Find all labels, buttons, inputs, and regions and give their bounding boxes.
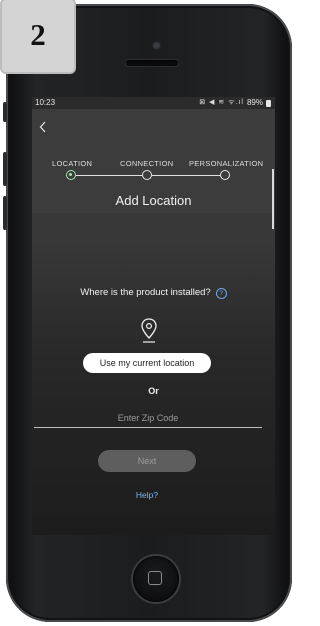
earpiece-speaker — [126, 60, 178, 66]
step-badge: 2 — [2, 0, 74, 72]
mute-switch — [3, 102, 7, 122]
step-indicator-personalization — [220, 170, 230, 180]
status-right: ⊠ ◀ ≋ ᯤ.ıl 89% — [199, 97, 271, 109]
volume-down-button — [3, 196, 7, 230]
app-screen: 10:23 ⊠ ◀ ≋ ᯤ.ıl 89% LOCATION CONNECTION… — [32, 97, 275, 535]
home-button[interactable] — [133, 556, 179, 602]
page-title: Add Location — [115, 193, 192, 208]
step-connector-2 — [152, 175, 220, 176]
use-current-location-button[interactable]: Use my current location — [83, 353, 211, 373]
volume-up-button — [3, 152, 7, 186]
step-connector-1 — [76, 175, 142, 176]
question-circle-icon[interactable]: ? — [215, 288, 227, 299]
step-indicator-location — [66, 170, 76, 180]
home-square-icon — [148, 571, 162, 585]
scrollbar[interactable] — [272, 169, 274, 229]
step-label-personalization: PERSONALIZATION — [189, 159, 264, 168]
zip-code-input[interactable] — [34, 409, 262, 428]
status-time: 10:23 — [35, 98, 56, 107]
back-arrow-icon[interactable] — [38, 120, 54, 136]
step-label-location: LOCATION — [52, 159, 93, 168]
install-location-question: Where is the product installed?? — [32, 287, 275, 299]
battery-percent: 89% — [246, 98, 263, 107]
step-label-connection: CONNECTION — [120, 159, 174, 168]
step-badge-number: 2 — [30, 17, 46, 52]
battery-icon — [266, 99, 271, 107]
step-indicator-connection — [142, 170, 152, 180]
status-bar: 10:23 ⊠ ◀ ≋ ᯤ.ıl 89% — [32, 97, 275, 109]
location-pin-icon — [141, 318, 157, 343]
or-separator: Or — [148, 386, 159, 396]
front-camera — [152, 41, 161, 50]
help-link[interactable]: Help? — [32, 490, 262, 500]
signal-icons: ⊠ ◀ ≋ ᯤ.ıl — [199, 99, 244, 106]
next-button[interactable]: Next — [98, 450, 196, 472]
question-text: Where is the product installed? — [80, 287, 211, 298]
